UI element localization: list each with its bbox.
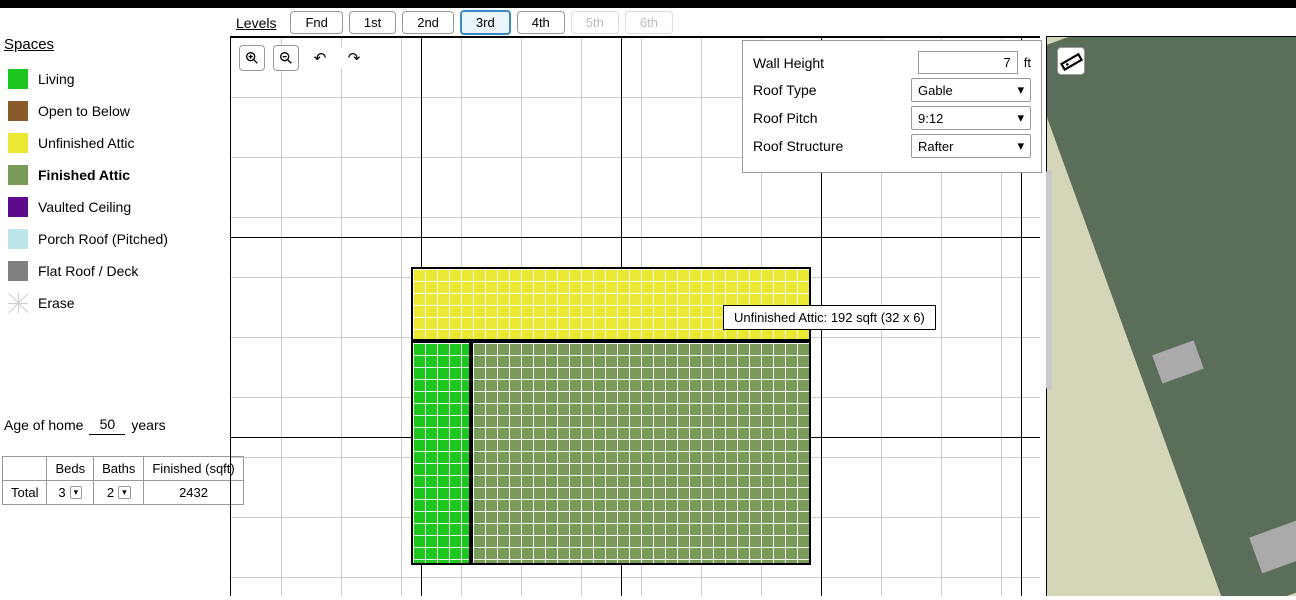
level-5th: 5th bbox=[571, 11, 619, 34]
space-finished-attic[interactable]: Finished Attic bbox=[4, 159, 224, 191]
space-label: Erase bbox=[38, 295, 75, 311]
level-3rd[interactable]: 3rd bbox=[460, 10, 511, 35]
swatch-open-below bbox=[8, 101, 28, 121]
space-unfinished-attic[interactable]: Unfinished Attic bbox=[4, 127, 224, 159]
roof-type-label: Roof Type bbox=[753, 82, 911, 98]
level-6th: 6th bbox=[625, 11, 673, 34]
preview-3d-panel[interactable] bbox=[1046, 36, 1296, 596]
properties-panel: Wall Height ft Roof Type Gable▾ Roof Pit… bbox=[742, 40, 1042, 173]
level-2nd[interactable]: 2nd bbox=[402, 11, 454, 34]
region-living[interactable] bbox=[411, 341, 471, 565]
baths-cell[interactable]: 2▾ bbox=[94, 481, 144, 505]
age-label: Age of home bbox=[4, 417, 83, 433]
col-beds: Beds bbox=[47, 457, 94, 481]
chevron-down-icon: ▾ bbox=[1017, 110, 1024, 126]
levels-row: Levels Fnd 1st 2nd 3rd 4th 5th 6th bbox=[236, 10, 673, 35]
roof-structure-label: Roof Structure bbox=[753, 138, 911, 154]
space-label: Vaulted Ceiling bbox=[38, 199, 131, 215]
zoom-in-icon[interactable] bbox=[239, 45, 265, 71]
roof-pitch-label: Roof Pitch bbox=[753, 110, 911, 126]
roof-type-select[interactable]: Gable▾ bbox=[911, 78, 1031, 102]
chevron-down-icon[interactable]: ▾ bbox=[118, 486, 131, 499]
space-erase[interactable]: Erase bbox=[4, 287, 224, 319]
age-row: Age of home years bbox=[4, 414, 166, 435]
space-open-below[interactable]: Open to Below bbox=[4, 95, 224, 127]
finished-cell: 2432 bbox=[144, 481, 243, 505]
roof-pitch-select[interactable]: 9:12▾ bbox=[911, 106, 1031, 130]
swatch-unfin-attic bbox=[8, 133, 28, 153]
swatch-living bbox=[8, 69, 28, 89]
col-baths: Baths bbox=[94, 457, 144, 481]
age-input[interactable] bbox=[89, 414, 125, 435]
col-finished: Finished (sqft) bbox=[144, 457, 243, 481]
spaces-panel: Spaces Living Open to Below Unfinished A… bbox=[4, 36, 224, 319]
level-1st[interactable]: 1st bbox=[349, 11, 396, 34]
space-label: Porch Roof (Pitched) bbox=[38, 231, 168, 247]
canvas-tools: ↶ ↷ bbox=[239, 45, 367, 71]
swatch-erase bbox=[8, 293, 28, 313]
chevron-down-icon[interactable]: ▾ bbox=[70, 486, 83, 499]
window-topbar bbox=[0, 0, 1296, 8]
space-label: Open to Below bbox=[38, 103, 130, 119]
wall-height-unit: ft bbox=[1024, 55, 1031, 70]
chevron-down-icon: ▾ bbox=[1017, 138, 1024, 154]
space-living[interactable]: Living bbox=[4, 63, 224, 95]
swatch-flat bbox=[8, 261, 28, 281]
space-label: Flat Roof / Deck bbox=[38, 263, 138, 279]
undo-icon[interactable]: ↶ bbox=[307, 45, 333, 71]
row-total-label: Total bbox=[3, 481, 47, 505]
space-vaulted[interactable]: Vaulted Ceiling bbox=[4, 191, 224, 223]
swatch-vaulted bbox=[8, 197, 28, 217]
space-flat-roof[interactable]: Flat Roof / Deck bbox=[4, 255, 224, 287]
roof-structure-select[interactable]: Rafter▾ bbox=[911, 134, 1031, 158]
swatch-fin-attic bbox=[8, 165, 28, 185]
preview-scrollbar[interactable] bbox=[1046, 170, 1052, 390]
levels-label[interactable]: Levels bbox=[236, 15, 276, 31]
space-porch[interactable]: Porch Roof (Pitched) bbox=[4, 223, 224, 255]
preview-roof bbox=[1047, 37, 1296, 596]
spaces-title[interactable]: Spaces bbox=[4, 36, 224, 53]
level-4th[interactable]: 4th bbox=[517, 11, 565, 34]
totals-table: Beds Baths Finished (sqft) Total 3▾ 2▾ 2… bbox=[2, 456, 244, 505]
space-label: Unfinished Attic bbox=[38, 135, 135, 151]
space-label: Finished Attic bbox=[38, 167, 130, 183]
redo-icon[interactable]: ↷ bbox=[341, 45, 367, 71]
measure-icon[interactable] bbox=[1057, 47, 1085, 75]
chevron-down-icon: ▾ bbox=[1017, 82, 1024, 98]
space-label: Living bbox=[38, 71, 75, 87]
swatch-porch bbox=[8, 229, 28, 249]
age-unit: years bbox=[131, 417, 165, 433]
beds-cell[interactable]: 3▾ bbox=[47, 481, 94, 505]
region-tooltip: Unfinished Attic: 192 sqft (32 x 6) bbox=[723, 305, 936, 330]
wall-height-input[interactable] bbox=[918, 51, 1018, 74]
zoom-out-icon[interactable] bbox=[273, 45, 299, 71]
level-fnd[interactable]: Fnd bbox=[290, 11, 342, 34]
wall-height-label: Wall Height bbox=[753, 55, 918, 71]
region-finished-attic[interactable] bbox=[471, 341, 811, 565]
